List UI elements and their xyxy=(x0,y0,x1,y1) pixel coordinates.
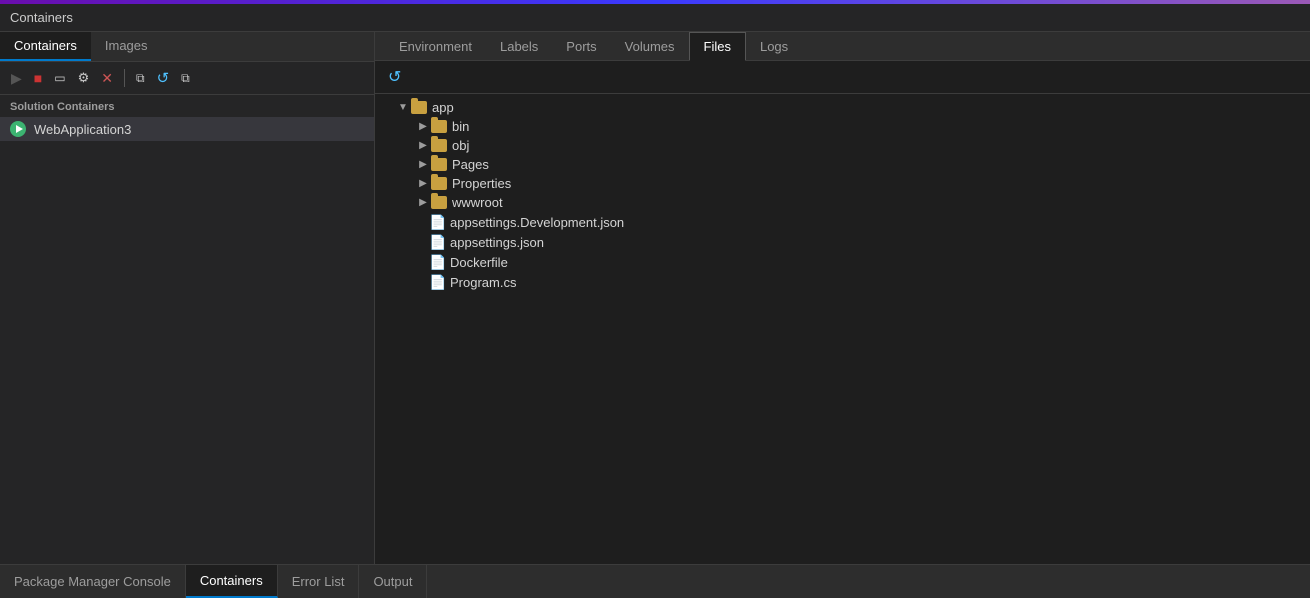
section-label: Solution Containers xyxy=(0,95,374,117)
folder-icon-app xyxy=(411,101,427,114)
tab-files[interactable]: Files xyxy=(689,32,746,61)
tree-item-properties[interactable]: ▶ Properties xyxy=(375,174,1310,193)
file-tree: ▼ app ▶ bin ▶ obj xyxy=(375,94,1310,564)
right-panel: Environment Labels Ports Volumes Files L… xyxy=(375,32,1310,564)
arrow-obj: ▶ xyxy=(415,140,431,151)
folder-icon-properties xyxy=(431,177,447,190)
tab-containers[interactable]: Containers xyxy=(0,32,91,61)
toolbar-sep-1 xyxy=(124,69,125,87)
tree-label-dockerfile: Dockerfile xyxy=(450,255,508,270)
folder-icon-pages xyxy=(431,158,447,171)
file-icon-appsettings: 📄 xyxy=(431,234,445,250)
tree-label-pages: Pages xyxy=(452,157,489,172)
settings-button[interactable]: ⚙ xyxy=(73,67,95,89)
tab-ports[interactable]: Ports xyxy=(552,33,610,60)
start-button[interactable]: ▶ xyxy=(6,67,27,90)
tree-label-properties: Properties xyxy=(452,176,511,191)
arrow-pages: ▶ xyxy=(415,159,431,170)
tree-label-wwwroot: wwwroot xyxy=(452,195,503,210)
tab-images[interactable]: Images xyxy=(91,32,162,61)
tab-environment[interactable]: Environment xyxy=(385,33,486,60)
more-button[interactable]: ⧉ xyxy=(176,68,195,89)
arrow-app: ▼ xyxy=(395,102,411,113)
container-item-webapplication3[interactable]: WebApplication3 xyxy=(0,117,374,141)
refresh-button[interactable]: ↺ xyxy=(152,66,175,90)
delete-button[interactable]: ✕ xyxy=(96,67,118,90)
tree-item-app[interactable]: ▼ app xyxy=(375,98,1310,117)
running-status-icon xyxy=(10,121,26,137)
main-container: Containers Images ▶ ■ ▭ ⚙ ✕ ⧉ ↺ ⧉ Soluti… xyxy=(0,32,1310,564)
tree-item-obj[interactable]: ▶ obj xyxy=(375,136,1310,155)
tree-label-programcs: Program.cs xyxy=(450,275,516,290)
tab-volumes[interactable]: Volumes xyxy=(611,33,689,60)
tree-item-pages[interactable]: ▶ Pages xyxy=(375,155,1310,174)
bottom-tab-package-manager[interactable]: Package Manager Console xyxy=(0,565,186,598)
left-panel: Containers Images ▶ ■ ▭ ⚙ ✕ ⧉ ↺ ⧉ Soluti… xyxy=(0,32,375,564)
arrow-bin: ▶ xyxy=(415,121,431,132)
file-icon-appsettings-dev: 📄 xyxy=(431,214,445,230)
container-name: WebApplication3 xyxy=(34,122,131,137)
title-text: Containers xyxy=(10,10,73,25)
tree-item-appsettings[interactable]: ▶ 📄 appsettings.json xyxy=(375,232,1310,252)
folder-icon-bin xyxy=(431,120,447,133)
copy-files-button[interactable]: ⧉ xyxy=(131,68,150,89)
tree-item-wwwroot[interactable]: ▶ wwwroot xyxy=(375,193,1310,212)
folder-icon-wwwroot xyxy=(431,196,447,209)
arrow-wwwroot: ▶ xyxy=(415,197,431,208)
toolbar-row: ▶ ■ ▭ ⚙ ✕ ⧉ ↺ ⧉ xyxy=(0,62,374,95)
file-icon-dockerfile: 📄 xyxy=(431,254,445,270)
terminal-button[interactable]: ▭ xyxy=(49,68,70,88)
tree-label-obj: obj xyxy=(452,138,469,153)
tree-label-appsettings-dev: appsettings.Development.json xyxy=(450,215,624,230)
folder-icon-obj xyxy=(431,139,447,152)
tab-logs[interactable]: Logs xyxy=(746,33,802,60)
arrow-properties: ▶ xyxy=(415,178,431,189)
left-tabs-row: Containers Images xyxy=(0,32,374,62)
files-refresh-button[interactable]: ↺ xyxy=(383,65,406,89)
title-bar: Containers xyxy=(0,4,1310,32)
stop-button[interactable]: ■ xyxy=(29,67,47,89)
tree-item-programcs[interactable]: ▶ 📄 Program.cs xyxy=(375,272,1310,292)
tree-label-bin: bin xyxy=(452,119,469,134)
tree-label-app: app xyxy=(432,100,454,115)
tab-labels[interactable]: Labels xyxy=(486,33,552,60)
tree-item-appsettings-dev[interactable]: ▶ 📄 appsettings.Development.json xyxy=(375,212,1310,232)
bottom-tab-error-list[interactable]: Error List xyxy=(278,565,360,598)
file-icon-programcs: 📄 xyxy=(431,274,445,290)
tree-item-dockerfile[interactable]: ▶ 📄 Dockerfile xyxy=(375,252,1310,272)
right-tabs-row: Environment Labels Ports Volumes Files L… xyxy=(375,32,1310,61)
right-toolbar: ↺ xyxy=(375,61,1310,94)
bottom-tabs: Package Manager Console Containers Error… xyxy=(0,564,1310,598)
tree-item-bin[interactable]: ▶ bin xyxy=(375,117,1310,136)
bottom-tab-containers[interactable]: Containers xyxy=(186,565,278,598)
tree-label-appsettings: appsettings.json xyxy=(450,235,544,250)
bottom-tab-output[interactable]: Output xyxy=(359,565,427,598)
